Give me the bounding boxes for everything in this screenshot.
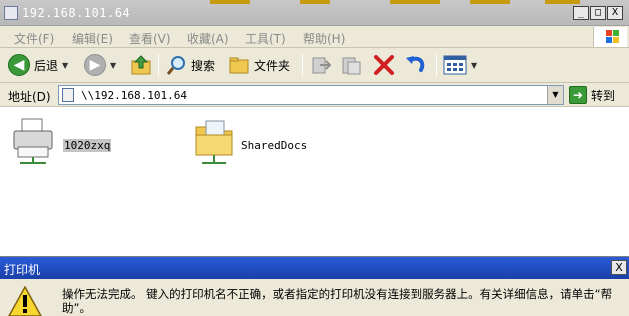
address-value: \\192.168.101.64 bbox=[81, 89, 187, 102]
undo-icon bbox=[406, 56, 425, 72]
minimize-button[interactable]: _ bbox=[573, 6, 589, 20]
search-button[interactable]: 搜索 bbox=[165, 53, 215, 77]
windows-logo-icon bbox=[593, 27, 627, 47]
forward-button[interactable]: ▶ ▼ bbox=[84, 53, 116, 77]
address-label: 地址(D) bbox=[8, 90, 51, 104]
list-item[interactable]: 1020zxq bbox=[10, 115, 130, 175]
item-name: SharedDocs bbox=[241, 139, 308, 152]
network-computer-icon bbox=[62, 88, 74, 102]
dialog-title: 打印机 bbox=[4, 263, 41, 277]
toolbar-separator bbox=[436, 54, 437, 76]
toolbar-separator bbox=[302, 54, 303, 76]
search-label: 搜索 bbox=[191, 58, 216, 73]
back-label: 后退 bbox=[34, 58, 59, 73]
dialog-title-bar[interactable]: 打印机 X bbox=[0, 257, 629, 279]
go-button[interactable]: ➜ 转到 bbox=[569, 85, 615, 105]
address-bar: 地址(D) \\192.168.101.64 ▼ ➜ 转到 bbox=[0, 83, 629, 107]
undo-button[interactable] bbox=[405, 53, 427, 77]
menu-favorites[interactable]: 收藏(A) bbox=[187, 30, 229, 47]
title-bar[interactable]: 192.168.101.64 _ □ X bbox=[0, 0, 629, 26]
up-folder-icon bbox=[131, 55, 151, 75]
title-bar-decoration bbox=[300, 0, 330, 4]
dialog-close-button[interactable]: X bbox=[611, 260, 627, 275]
back-dropdown-icon[interactable]: ▼ bbox=[62, 61, 68, 70]
title-bar-decoration bbox=[390, 0, 440, 4]
printer-error-dialog: 打印机 X 操作无法完成。 键入的打印机名不正确，或者指定的打印机没有连接到服务… bbox=[0, 256, 629, 316]
move-to-button[interactable] bbox=[310, 53, 332, 77]
toolbar: ◀ 后退 ▼ ▶ ▼ 搜索 文件夹 ▼ bbox=[0, 48, 629, 83]
dialog-message: 操作无法完成。 键入的打印机名不正确，或者指定的打印机没有连接到服务器上。有关详… bbox=[62, 287, 613, 315]
folders-label: 文件夹 bbox=[254, 58, 291, 73]
folders-button[interactable]: 文件夹 bbox=[228, 53, 290, 77]
copy-to-button[interactable] bbox=[340, 53, 362, 77]
go-label: 转到 bbox=[591, 88, 616, 103]
warning-icon bbox=[8, 286, 42, 316]
title-bar-decoration bbox=[545, 0, 580, 4]
up-folder-button[interactable] bbox=[130, 53, 152, 77]
back-arrow-icon: ◀ bbox=[8, 54, 30, 76]
menu-tools[interactable]: 工具(T) bbox=[245, 30, 286, 47]
close-button[interactable]: X bbox=[607, 6, 623, 20]
menu-view[interactable]: 查看(V) bbox=[129, 30, 171, 47]
menu-bar: 文件(F) 编辑(E) 查看(V) 收藏(A) 工具(T) 帮助(H) bbox=[0, 26, 629, 48]
views-button[interactable]: ▼ bbox=[443, 53, 477, 77]
search-icon bbox=[166, 56, 185, 75]
item-name: 1020zxq bbox=[63, 139, 112, 152]
back-button[interactable]: ◀ 后退 ▼ bbox=[8, 53, 68, 77]
explorer-window: 192.168.101.64 _ □ X 文件(F) 编辑(E) 查看(V) 收… bbox=[0, 0, 629, 256]
views-dropdown-icon[interactable]: ▼ bbox=[471, 61, 477, 70]
delete-button[interactable] bbox=[373, 53, 395, 77]
menu-file[interactable]: 文件(F) bbox=[14, 30, 54, 47]
toolbar-separator bbox=[158, 54, 159, 76]
network-computer-icon bbox=[4, 6, 18, 20]
move-to-icon bbox=[312, 57, 332, 74]
menu-edit[interactable]: 编辑(E) bbox=[72, 30, 113, 47]
views-icon bbox=[443, 55, 467, 75]
list-item[interactable]: SharedDocs bbox=[192, 115, 332, 175]
delete-icon bbox=[374, 55, 394, 75]
printer-icon bbox=[13, 118, 53, 164]
forward-dropdown-icon[interactable]: ▼ bbox=[110, 61, 116, 70]
window-title: 192.168.101.64 bbox=[22, 6, 131, 20]
file-view: 1020zxq SharedDocs bbox=[0, 107, 629, 256]
address-field[interactable]: \\192.168.101.64 ▼ bbox=[58, 85, 564, 105]
title-bar-decoration bbox=[470, 0, 510, 4]
address-dropdown-button[interactable]: ▼ bbox=[547, 86, 563, 104]
maximize-button[interactable]: □ bbox=[590, 6, 606, 20]
shared-folder-icon bbox=[195, 120, 233, 164]
menu-help[interactable]: 帮助(H) bbox=[303, 30, 345, 47]
copy-to-icon bbox=[342, 57, 361, 75]
go-arrow-icon: ➜ bbox=[569, 86, 587, 104]
title-bar-decoration bbox=[210, 0, 250, 4]
folders-icon bbox=[229, 57, 249, 74]
forward-arrow-icon: ▶ bbox=[84, 54, 106, 76]
